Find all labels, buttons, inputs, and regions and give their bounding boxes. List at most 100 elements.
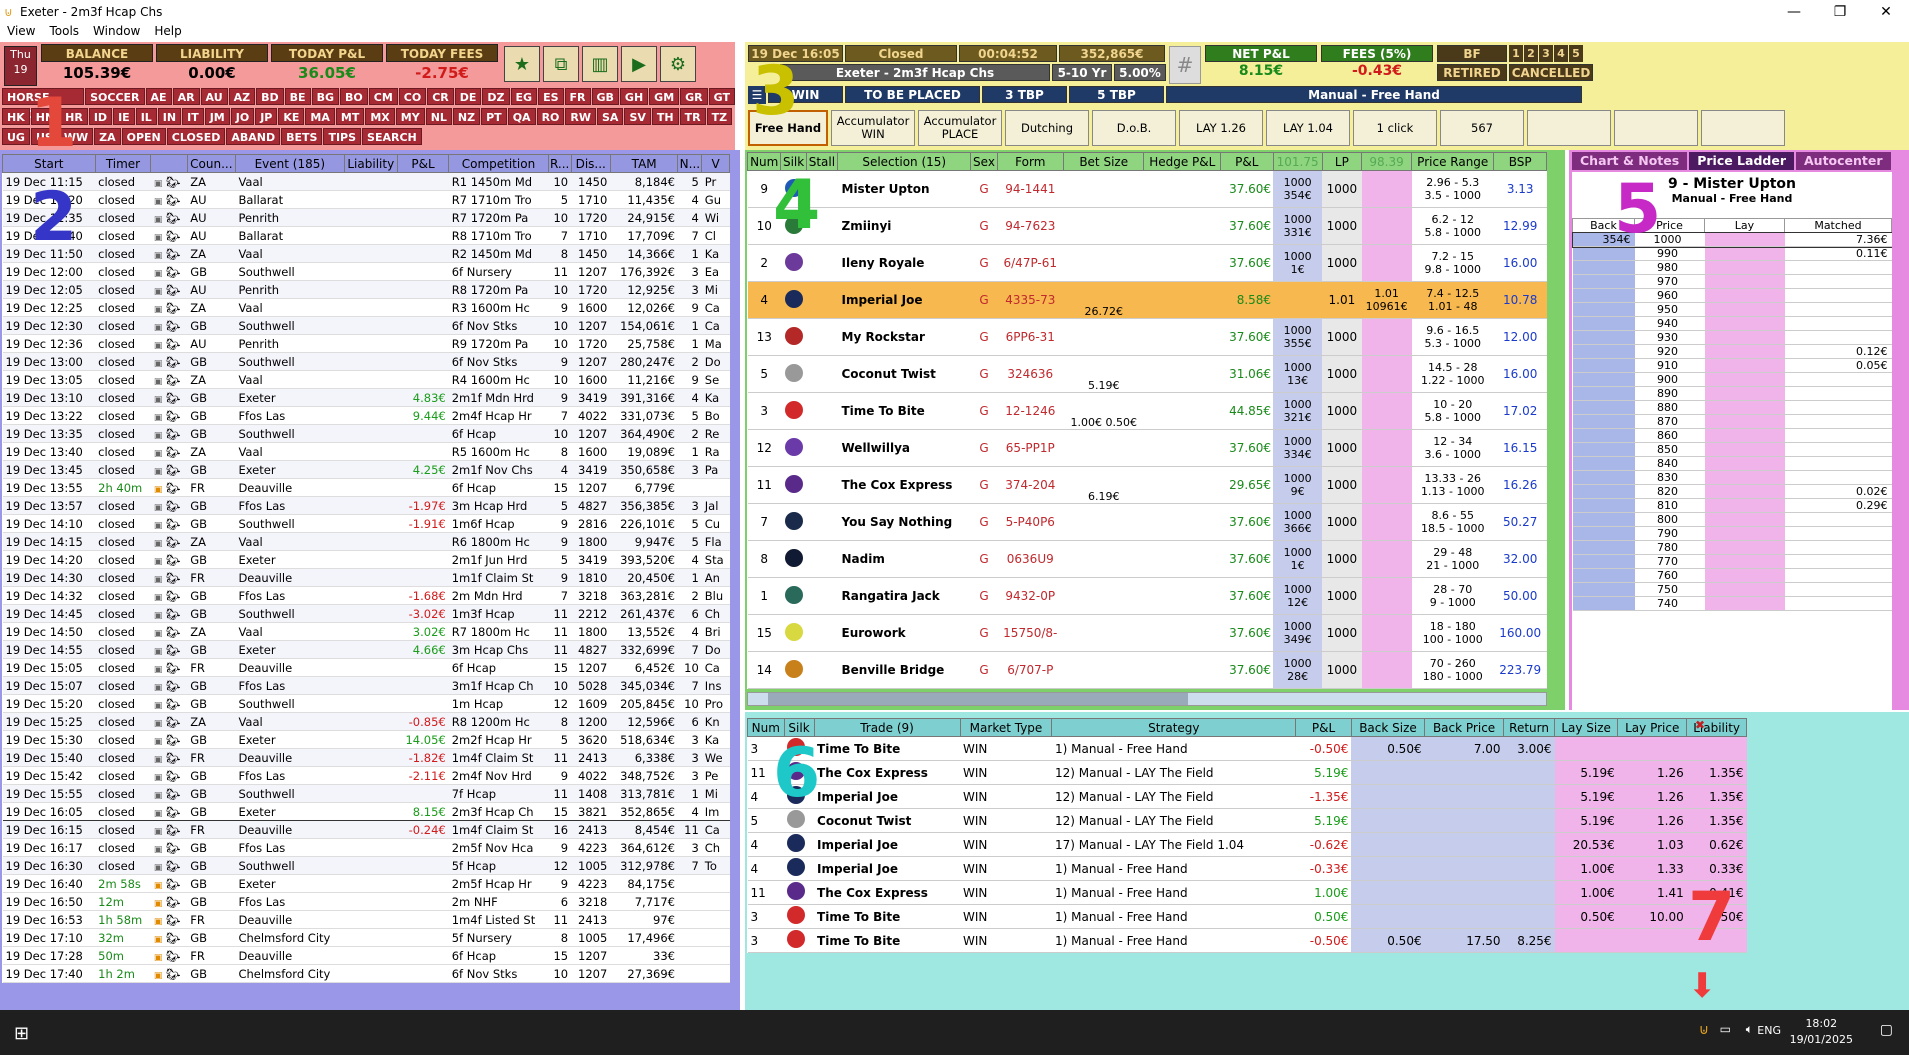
ladder-row[interactable]: 940 — [1572, 316, 1892, 331]
ladder-cell-3[interactable] — [1784, 386, 1892, 401]
selection-lay[interactable] — [1361, 540, 1412, 578]
order-button-5[interactable]: 5 — [1569, 45, 1583, 62]
trades-col-3[interactable]: Market Type — [959, 718, 1053, 737]
filter-row2-3[interactable]: ID — [88, 108, 113, 125]
selection-lp[interactable]: 1000 — [1322, 614, 1362, 652]
selection-name[interactable]: Benville Bridge — [837, 651, 971, 689]
filter-sports-2[interactable]: AE — [145, 88, 172, 105]
windows-icon[interactable]: ⧉ — [543, 46, 579, 82]
ladder-cell-2[interactable] — [1704, 526, 1785, 541]
cancelled-button[interactable]: CANCELLED — [1509, 64, 1593, 81]
table-row[interactable]: 19 Dec 12:25 closed ▣ 🐎︎ ZA Vaal R3 1600m Hc 9… — [2, 298, 730, 317]
ladder-cell-3[interactable]: 0.29€ — [1784, 498, 1892, 513]
table-row[interactable]: 19 Dec 15:07 closed ▣ 🐎︎ GB Ffos Las 3m1f Hca… — [2, 676, 730, 695]
selection-back[interactable]: 1000 354€ — [1273, 170, 1323, 208]
selection-name[interactable]: The Cox Express — [837, 466, 971, 504]
selections-col-4[interactable]: Sex — [970, 152, 998, 171]
selection-lp[interactable]: 1.01 — [1322, 281, 1362, 319]
trades-col-9[interactable]: Lay Size — [1554, 718, 1619, 737]
filter-row2-8[interactable]: JM — [204, 108, 230, 125]
selection-row[interactable]: 8 Nadim G 0636U9 37.60€ 1000 1€ 1000 29 - 48 21 -… — [747, 540, 1547, 578]
to-be-placed-tab[interactable]: TO BE PLACED — [845, 86, 980, 103]
tray-clock[interactable]: 18:02 19/01/2025 — [1790, 1016, 1853, 1048]
order-button-3[interactable]: 3 — [1539, 45, 1553, 62]
filter-row3-9[interactable]: SEARCH — [362, 128, 422, 145]
selection-row[interactable]: 1 Rangatira Jack G 9432-0P 37.60€ 1000 12€ 1000… — [747, 577, 1547, 615]
ladder-row[interactable]: 780 — [1572, 540, 1892, 555]
table-row[interactable]: 19 Dec 13:10 closed ▣ 🐎︎ GB Exeter 4.83€ 2m1f … — [2, 388, 730, 407]
selections-col-9[interactable]: 101.75 — [1272, 152, 1323, 171]
minimize-button[interactable]: — — [1771, 0, 1817, 24]
events-col-9[interactable]: Dis... — [570, 154, 611, 173]
table-row[interactable]: 19 Dec 15:25 closed ▣ 🐎︎ ZA Vaal -0.85€ R8 120… — [2, 712, 730, 731]
selection-row[interactable]: 11 The Cox Express G 374-204 6.19€ 29.65€ 1000… — [747, 466, 1547, 504]
selection-lp[interactable]: 1000 — [1322, 244, 1362, 282]
strategy-button-2[interactable]: Accumulator PLACE — [918, 110, 1002, 146]
selection-row[interactable]: 3 Time To Bite G 12-1246 1.00€ 0.50€ 44.85€ 10… — [747, 392, 1547, 430]
ladder-cell-0[interactable] — [1572, 498, 1635, 513]
close-trades-icon[interactable]: ✖ — [1691, 718, 1709, 736]
table-row[interactable]: 19 Dec 13:35 closed ▣ 🐎︎ GB Southwell 6f Hcap… — [2, 424, 730, 443]
tray-language[interactable]: ENG — [1757, 1024, 1781, 1037]
maximize-button[interactable]: ❐ — [1817, 0, 1863, 24]
ladder-row[interactable]: 920 0.12€ — [1572, 344, 1892, 359]
selection-lay[interactable]: 1.01 10961€ — [1361, 281, 1412, 319]
table-row[interactable]: 19 Dec 15:05 closed ▣ 🐎︎ FR Deauville 6f Hcap… — [2, 658, 730, 677]
selection-back[interactable]: 1000 13€ — [1273, 355, 1323, 393]
menu-window[interactable]: Window — [86, 24, 147, 42]
filter-sports-16[interactable]: ES — [538, 88, 564, 105]
trades-col-10[interactable]: Lay Price — [1617, 718, 1688, 737]
selection-lay[interactable] — [1361, 429, 1412, 467]
ladder-cell-3[interactable] — [1784, 540, 1892, 555]
ladder-row[interactable]: 900 — [1572, 372, 1892, 387]
selection-back[interactable]: 1000 9€ — [1273, 466, 1323, 504]
ladder-cell-3[interactable]: 0.11€ — [1784, 246, 1892, 261]
table-row[interactable]: 19 Dec 12:30 closed ▣ 🐎︎ GB Southwell 6f Nov … — [2, 316, 730, 335]
events-col-6[interactable]: P&L — [396, 154, 450, 173]
selection-row[interactable]: 7 You Say Nothing G 5-P40P6 37.60€ 1000 366€ 10… — [747, 503, 1547, 541]
selections-col-7[interactable]: Hedge P&L — [1143, 152, 1222, 171]
table-row[interactable]: 19 Dec 14:20 closed ▣ 🐎︎ GB Exeter 2m1f Jun H… — [2, 550, 730, 569]
filter-sports-18[interactable]: GB — [591, 88, 619, 105]
ladder-cell-0[interactable] — [1572, 288, 1635, 303]
ladder-cell-0[interactable] — [1572, 554, 1635, 569]
ladder-row[interactable]: 840 — [1572, 456, 1892, 471]
selection-name[interactable]: You Say Nothing — [837, 503, 971, 541]
table-row[interactable]: 19 Dec 11:15 closed ▣ 🐎︎ ZA Vaal R1 1450m Md 1… — [2, 172, 730, 191]
filter-row3-8[interactable]: TIPS — [323, 128, 362, 145]
trade-row[interactable]: 4 Imperial Joe WIN 1) Manual - Free Hand -0.… — [747, 856, 1747, 881]
filter-row2-10[interactable]: JP — [255, 108, 278, 125]
ladder-cell-3[interactable] — [1784, 330, 1892, 345]
selection-back[interactable]: 1000 1€ — [1273, 540, 1323, 578]
ladder-cell-2[interactable] — [1704, 274, 1785, 289]
filter-row2-18[interactable]: PT — [481, 108, 507, 125]
selections-col-2[interactable]: Stall — [805, 152, 839, 171]
selections-col-0[interactable]: Num — [746, 152, 782, 171]
selection-name[interactable]: Mister Upton — [837, 170, 971, 208]
trades-col-4[interactable]: Strategy — [1051, 718, 1297, 737]
ladder-cell-2[interactable] — [1704, 386, 1785, 401]
ladder-cell-0[interactable] — [1572, 540, 1635, 555]
filter-sports-21[interactable]: GR — [680, 88, 708, 105]
selection-back[interactable]: 1000 1€ — [1273, 244, 1323, 282]
table-row[interactable]: 19 Dec 16:40 2m 58s ▣ 🐎︎ GB Exeter 2m5f Hcap … — [2, 874, 730, 893]
table-row[interactable]: 19 Dec 13:45 closed ▣ 🐎︎ GB Exeter 4.25€ 2m1f … — [2, 460, 730, 479]
table-row[interactable]: 19 Dec 15:42 closed ▣ 🐎︎ GB Ffos Las -2.11€ 2m… — [2, 766, 730, 785]
filter-row2-21[interactable]: RW — [565, 108, 596, 125]
selection-back[interactable]: 1000 321€ — [1273, 392, 1323, 430]
tray-app-icon[interactable]: ⊍ — [1699, 1022, 1709, 1038]
ladder-row[interactable]: 960 — [1572, 288, 1892, 303]
ladder-cell-3[interactable] — [1784, 568, 1892, 583]
ladder-cell-3[interactable] — [1784, 526, 1892, 541]
ladder-cell-2[interactable] — [1704, 302, 1785, 317]
ladder-row[interactable]: 770 — [1572, 554, 1892, 569]
filter-sports-3[interactable]: AR — [172, 88, 200, 105]
ladder-row[interactable]: 860 — [1572, 428, 1892, 443]
filter-sports-12[interactable]: CR — [427, 88, 454, 105]
table-row[interactable]: 19 Dec 13:40 closed ▣ 🐎︎ ZA Vaal R5 1600m Hc 8… — [2, 442, 730, 461]
selection-lay[interactable] — [1361, 207, 1412, 245]
bar-chart-icon[interactable]: ▥ — [582, 46, 618, 82]
table-row[interactable]: 19 Dec 15:20 closed ▣ 🐎︎ GB Southwell 1m Hcap… — [2, 694, 730, 713]
events-col-3[interactable]: Coun... — [186, 154, 236, 173]
ladder-row[interactable]: 740 — [1572, 596, 1892, 611]
